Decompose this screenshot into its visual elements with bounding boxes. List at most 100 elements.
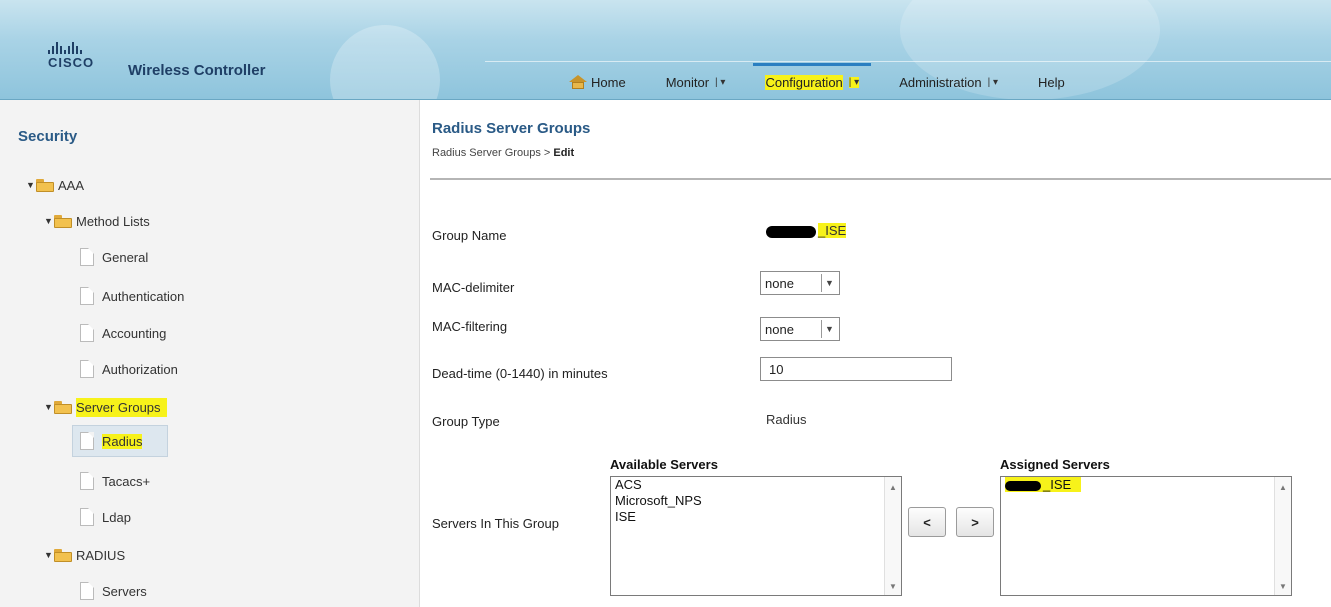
available-servers-heading: Available Servers xyxy=(610,457,718,472)
tree-item-general[interactable]: General xyxy=(78,246,148,268)
scroll-down-icon[interactable]: ▼ xyxy=(1279,582,1287,591)
dead-time-label: Dead-time (0-1440) in minutes xyxy=(432,366,608,381)
breadcrumb-current: Edit xyxy=(553,147,575,159)
tree-item-servers[interactable]: Servers xyxy=(78,580,147,602)
page-icon xyxy=(78,323,96,343)
tree-item-ldap[interactable]: Ldap xyxy=(78,506,131,528)
sidebar: Security ▼ AAA ▼ Method Lists General Au… xyxy=(0,100,420,607)
cisco-bars-icon xyxy=(48,42,94,54)
logo-text: CISCO xyxy=(48,55,95,70)
chevron-down-icon[interactable]: | ▾ xyxy=(848,76,860,88)
nav-divider xyxy=(485,61,1331,62)
assigned-servers-heading: Assigned Servers xyxy=(1000,457,1110,472)
expand-arrow-icon[interactable]: ▼ xyxy=(44,216,54,226)
expand-arrow-icon[interactable]: ▼ xyxy=(44,550,54,560)
mac-filtering-label: MAC-filtering xyxy=(432,319,508,334)
nav-monitor[interactable]: Monitor | ▾ xyxy=(662,67,730,97)
nav-help-label: Help xyxy=(1037,74,1065,90)
redaction-mark xyxy=(1005,480,1041,491)
redaction-mark xyxy=(766,225,816,238)
chevron-down-icon[interactable]: | ▾ xyxy=(715,77,725,88)
header-decoration xyxy=(330,25,440,99)
assigned-server-suffix: _ISE xyxy=(1043,477,1072,492)
tree-label: Ldap xyxy=(102,509,131,525)
group-type-value: Radius xyxy=(766,412,807,427)
tree-label: Servers xyxy=(102,583,147,599)
tree-folder-method-lists[interactable]: ▼ Method Lists xyxy=(44,210,150,232)
group-name-value: _ISE xyxy=(766,223,847,238)
nav-home-label: Home xyxy=(591,74,626,90)
tree-label: Radius xyxy=(102,433,143,449)
mac-filtering-value: none xyxy=(765,321,794,337)
list-item[interactable]: ACS xyxy=(611,477,901,493)
tree-label: Server Groups xyxy=(76,397,167,417)
expand-arrow-icon[interactable]: ▼ xyxy=(44,402,54,412)
move-right-button[interactable]: > xyxy=(956,507,994,537)
page-icon xyxy=(78,247,96,267)
home-icon xyxy=(569,75,587,89)
nav-help[interactable]: Help xyxy=(1034,67,1069,97)
mac-delimiter-value: none xyxy=(765,275,794,291)
app-header: CISCO Wireless Controller Home Monitor |… xyxy=(0,0,1331,100)
tree-folder-aaa[interactable]: ▼ AAA xyxy=(26,174,84,196)
page-icon xyxy=(78,507,96,527)
assigned-server-entry: _ISE xyxy=(1005,477,1082,492)
mac-filtering-select[interactable]: none ▼ xyxy=(760,317,840,341)
folder-icon xyxy=(54,214,72,228)
nav-monitor-label: Monitor xyxy=(665,74,710,90)
list-item[interactable]: _ISE xyxy=(1001,477,1291,493)
list-item[interactable]: Microsoft_NPS xyxy=(611,493,901,509)
tree-item-tacacs[interactable]: Tacacs+ xyxy=(78,470,150,492)
available-servers-list[interactable]: ACS Microsoft_NPS ISE ▲ ▼ xyxy=(610,476,902,596)
chevron-down-icon[interactable]: | ▾ xyxy=(988,77,998,88)
page-title: Radius Server Groups xyxy=(432,120,591,137)
sidebar-title: Security xyxy=(18,128,78,145)
nav-administration[interactable]: Administration | ▾ xyxy=(895,67,1002,97)
tree-label: AAA xyxy=(58,177,85,193)
tree-label: Authentication xyxy=(102,288,185,304)
tree-label: Tacacs+ xyxy=(102,473,151,489)
tree-label: Authorization xyxy=(102,361,178,377)
app-title: Wireless Controller xyxy=(128,62,266,79)
page-icon xyxy=(78,431,96,451)
mac-delimiter-select[interactable]: none ▼ xyxy=(760,271,840,295)
nav-configuration[interactable]: Configuration | ▾ xyxy=(753,63,871,97)
nav-home[interactable]: Home xyxy=(565,67,630,97)
folder-icon xyxy=(36,178,54,192)
folder-icon xyxy=(54,548,72,562)
tree-label: General xyxy=(102,249,149,265)
chevron-down-icon[interactable]: ▼ xyxy=(821,320,837,338)
main-content: Radius Server Groups Radius Server Group… xyxy=(420,100,1331,607)
nav-configuration-label: Configuration xyxy=(765,74,843,90)
tree-label: Method Lists xyxy=(76,213,150,229)
nav-administration-label: Administration xyxy=(899,74,982,90)
scroll-up-icon[interactable]: ▲ xyxy=(889,483,897,492)
dead-time-input[interactable]: 10 xyxy=(760,357,952,381)
tree-item-authorization[interactable]: Authorization xyxy=(78,358,178,380)
tree-label: RADIUS xyxy=(76,547,126,563)
tree-folder-server-groups[interactable]: ▼ Server Groups xyxy=(44,396,167,418)
tree-label: Accounting xyxy=(102,325,167,341)
servers-in-group-label: Servers In This Group xyxy=(432,516,559,531)
move-left-button[interactable]: < xyxy=(908,507,946,537)
group-name-suffix: _ISE xyxy=(818,223,847,238)
expand-arrow-icon[interactable]: ▼ xyxy=(26,180,36,190)
scroll-up-icon[interactable]: ▲ xyxy=(1279,483,1287,492)
tree-item-radius[interactable]: Radius xyxy=(78,430,143,452)
cisco-logo: CISCO xyxy=(48,42,94,70)
top-navigation: Home Monitor | ▾ Configuration | ▾ Admin… xyxy=(485,61,1331,99)
chevron-down-icon[interactable]: ▼ xyxy=(821,274,837,292)
list-item[interactable]: ISE xyxy=(611,509,901,525)
breadcrumb-parent[interactable]: Radius Server Groups > xyxy=(432,147,550,159)
assigned-servers-list[interactable]: _ISE ▲ ▼ xyxy=(1000,476,1292,596)
scroll-down-icon[interactable]: ▼ xyxy=(889,582,897,591)
tree-item-accounting[interactable]: Accounting xyxy=(78,322,166,344)
group-name-label: Group Name xyxy=(432,228,507,243)
scrollbar[interactable]: ▲ ▼ xyxy=(884,477,901,595)
mac-delimiter-label: MAC-delimiter xyxy=(432,280,515,295)
page-icon xyxy=(78,359,96,379)
tree-item-authentication[interactable]: Authentication xyxy=(78,285,184,307)
tree-folder-radius[interactable]: ▼ RADIUS xyxy=(44,544,125,566)
scrollbar[interactable]: ▲ ▼ xyxy=(1274,477,1291,595)
page-icon xyxy=(78,471,96,491)
